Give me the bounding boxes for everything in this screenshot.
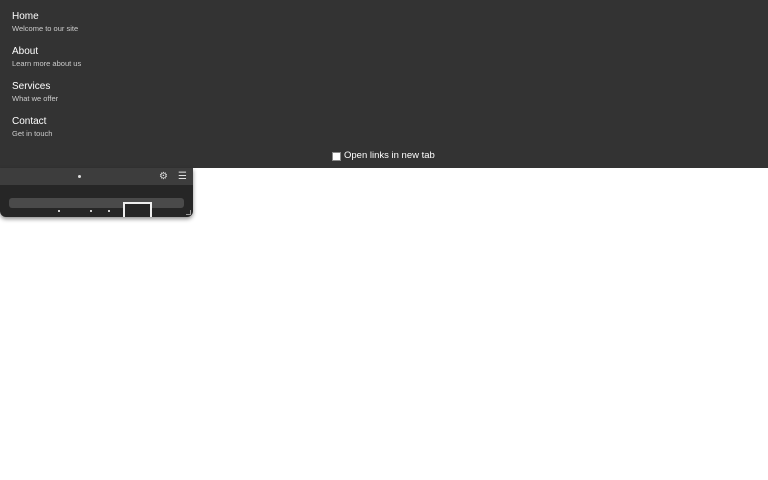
nav-item-services[interactable]: Services What we offer <box>12 81 58 103</box>
open-new-tab-option[interactable]: Open links in new tab <box>332 150 435 162</box>
nav-item-home[interactable]: Home Welcome to our site <box>12 11 78 33</box>
nav-item-description: Learn more about us <box>12 59 82 68</box>
gear-icon[interactable]: ⚙ <box>159 170 168 183</box>
nav-item-title: Services <box>12 81 51 92</box>
track-tick <box>108 210 110 212</box>
nav-item-about[interactable]: About Learn more about us <box>12 46 81 68</box>
nav-item-title: Contact <box>12 116 47 127</box>
open-new-tab-label: Open links in new tab <box>344 150 435 161</box>
drag-handle-icon[interactable] <box>78 175 81 178</box>
nav-item-description: Welcome to our site <box>12 24 79 33</box>
track-tick <box>90 210 92 212</box>
nav-item-description: Get in touch <box>12 129 53 138</box>
track-tick <box>58 210 60 212</box>
open-new-tab-checkbox[interactable] <box>332 151 341 161</box>
nav-item-contact[interactable]: Contact Get in touch <box>12 116 52 138</box>
floating-widget: ⚙ ☰ <box>0 168 193 217</box>
widget-thumb[interactable] <box>123 202 152 217</box>
resize-handle-icon[interactable] <box>186 210 191 215</box>
nav-item-description: What we offer <box>12 94 59 103</box>
widget-titlebar[interactable]: ⚙ ☰ <box>0 168 193 185</box>
menu-icon[interactable]: ☰ <box>178 170 187 183</box>
nav-item-title: About <box>12 46 39 57</box>
nav-panel: Home Welcome to our site About Learn mor… <box>0 0 768 168</box>
nav-item-title: Home <box>12 11 39 22</box>
widget-track[interactable] <box>9 198 184 208</box>
